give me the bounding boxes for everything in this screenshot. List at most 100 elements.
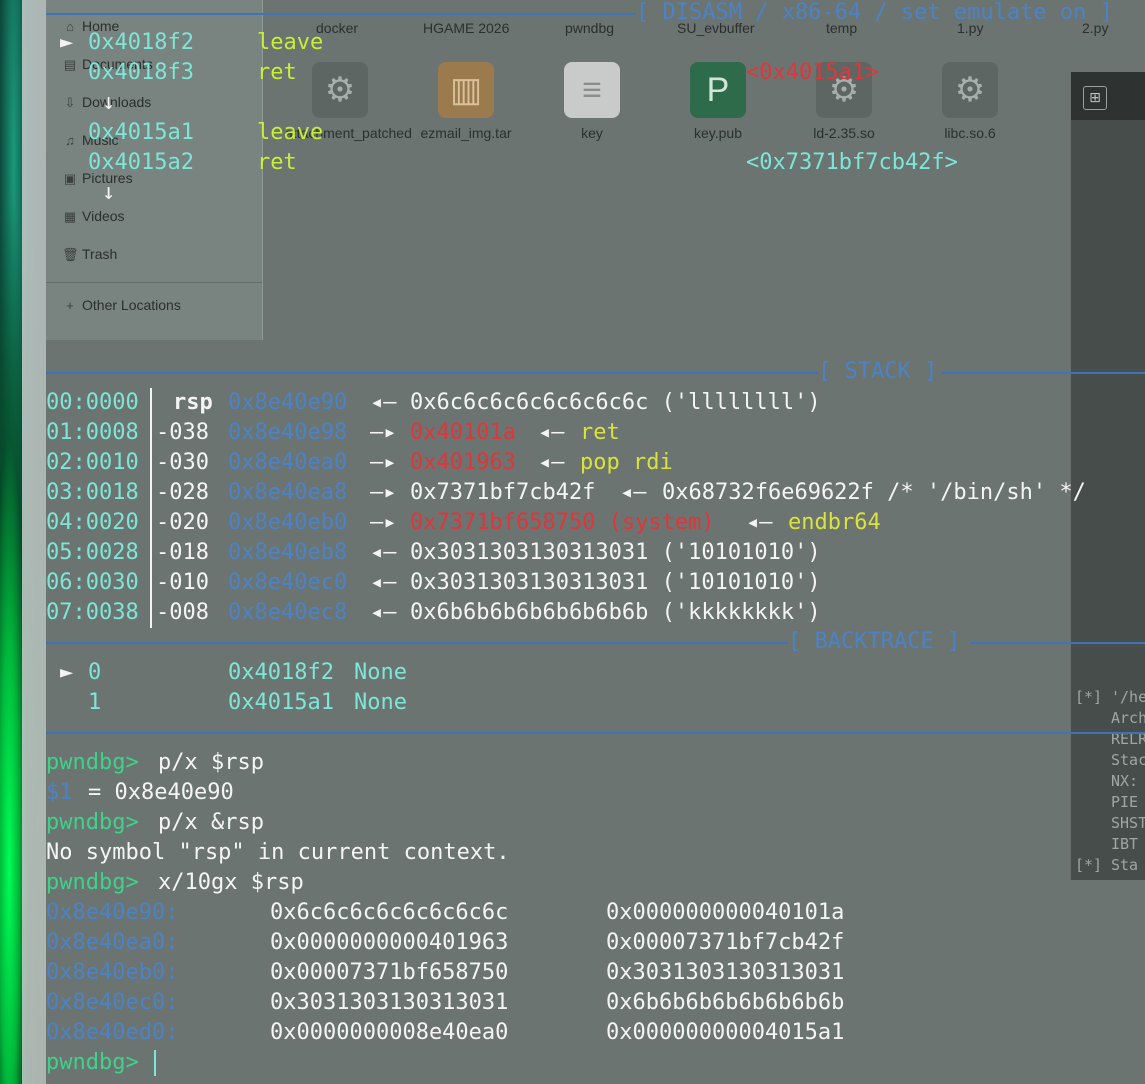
stack-index: 03:0018 [46, 480, 139, 505]
panel-path: '/he [1111, 688, 1145, 706]
stack-arrow: ◂— [538, 420, 565, 445]
mem-value: 0x00007371bf658750 [270, 960, 509, 985]
stack-addr: 0x8e40eb8 [228, 540, 348, 565]
panel-line: IBT [1111, 835, 1139, 853]
stack-value: 0x3031303130313031 ('10101010') [410, 540, 821, 565]
backtrace-rule [970, 642, 1145, 644]
stack-arrow: ◂— [620, 480, 647, 505]
file-item[interactable]: ⚙ libc.so.6 [915, 62, 1025, 142]
sidebar-item-videos[interactable]: ▦ Videos [64, 208, 125, 224]
mem-addr: 0x8e40ec0: [46, 990, 179, 1015]
disasm-target: <0x4015a1> [746, 60, 879, 85]
file-label: ld-2.35.so [813, 125, 875, 141]
console-prompt: pwndbg> [46, 810, 139, 835]
stack-deref: 0x68732f6e69622f /* '/bin/sh' */ [662, 480, 1086, 505]
stack-header: [ STACK ] [818, 359, 938, 384]
panel-toolbar: ⊞ [1071, 72, 1145, 120]
stack-index: 06:0030 [46, 570, 139, 595]
plus-icon: + [66, 298, 74, 313]
file-label: key.pub [694, 125, 742, 141]
stack-value: 0x40101a [410, 420, 516, 445]
console-prompt: pwndbg> [46, 870, 139, 895]
stack-index: 05:0028 [46, 540, 139, 565]
stack-reg: -010 [156, 570, 209, 595]
panel-tag: [*] [1075, 688, 1103, 706]
music-icon: ♫ [65, 133, 75, 148]
panel-line: Arch [1111, 709, 1145, 727]
terminal-window[interactable]: ⌂ Home ▤ Documents ⇩ Downloads ♫ Music ▣ Pict… [46, 0, 1145, 1084]
stack-value: 0x7371bf7cb42f [410, 480, 596, 505]
download-icon: ⇩ [64, 95, 76, 110]
backtrace-num: 0 [88, 660, 102, 685]
stack-arrow: —▸ [370, 510, 397, 535]
backtrace-addr: 0x4015a1 [228, 690, 334, 715]
stack-reg: -018 [156, 540, 209, 565]
console-command: p/x &rsp [158, 810, 264, 835]
console-input[interactable] [154, 1048, 156, 1078]
archive-icon: ▥ [438, 62, 494, 118]
down-arrow-icon: ↓ [102, 90, 116, 115]
stack-index: 01:0008 [46, 420, 139, 445]
console-prompt: pwndbg> [46, 1050, 139, 1075]
console-prompt: pwndbg> [46, 750, 139, 775]
disasm-addr: 0x4015a1 [88, 120, 194, 145]
disasm-addr: 0x4015a2 [88, 150, 194, 175]
mem-addr: 0x8e40e90: [46, 900, 179, 925]
stack-reg: -008 [156, 600, 209, 625]
sidebar-item-label: Videos [82, 208, 125, 224]
stack-addr: 0x8e40e90 [228, 390, 348, 415]
disasm-op: ret [257, 150, 297, 175]
file-manager-ghost: ⌂ Home ▤ Documents ⇩ Downloads ♫ Music ▣ Pict… [46, 0, 1145, 340]
mem-value: 0x6b6b6b6b6b6b6b6b [606, 990, 845, 1015]
sidebar-item-trash[interactable]: 🗑 Trash [62, 246, 117, 262]
file-label: ezmail_img.tar [420, 125, 512, 141]
panel-line: Sta [1111, 856, 1139, 874]
video-icon: ▦ [63, 209, 77, 224]
trash-icon: 🗑 [62, 247, 79, 262]
mem-value: 0x00000000004015a1 [606, 1020, 845, 1045]
sidebar-item-label: Downloads [82, 94, 152, 110]
file-label: key [581, 125, 603, 141]
stack-arrow: ◂— [370, 390, 397, 415]
stack-value: 0x6c6c6c6c6c6c6c6c ('llllllll') [410, 390, 821, 415]
stack-addr: 0x8e40ec8 [228, 600, 348, 625]
console-command: x/10gx $rsp [158, 870, 304, 895]
console-error: No symbol "rsp" in current context. [46, 840, 510, 865]
down-arrow-icon: ↓ [102, 180, 116, 205]
stack-reg: -020 [156, 510, 209, 535]
file-item[interactable]: ▥ ezmail_img.tar [411, 62, 521, 142]
stack-index: 02:0010 [46, 450, 139, 475]
stack-instr: pop rdi [580, 450, 673, 475]
disasm-target: <0x7371bf7cb42f> [746, 150, 958, 175]
disasm-addr: 0x4018f2 [88, 30, 194, 55]
stack-value: 0x401963 [410, 450, 516, 475]
sidebar-item-other-locations[interactable]: + Other Locations [66, 297, 181, 313]
stack-instr: ret [580, 420, 620, 445]
stack-rule [46, 372, 818, 374]
disasm-rule [46, 13, 636, 15]
stack-addr: 0x8e40ea0 [228, 450, 348, 475]
new-tab-icon[interactable]: ⊞ [1083, 86, 1107, 110]
console-result-var: $1 [46, 780, 73, 805]
file-item[interactable]: ≡ key [537, 62, 647, 142]
panel-line: SHST [1111, 814, 1145, 832]
stack-arrow: —▸ [370, 420, 397, 445]
backtrace-symbol: None [354, 690, 407, 715]
folder-hgame[interactable]: HGAME 2026 [423, 20, 509, 36]
stack-value: 0x6b6b6b6b6b6b6b6b ('kkkkkkkk') [410, 600, 821, 625]
disasm-op: leave [257, 120, 324, 145]
stack-instr: endbr64 [788, 510, 881, 535]
mem-value: 0x6c6c6c6c6c6c6c6c [270, 900, 509, 925]
stack-index: 07:0038 [46, 600, 139, 625]
stack-divider [150, 388, 152, 628]
backtrace-symbol: None [354, 660, 407, 685]
folder-pwndbg[interactable]: pwndbg [565, 20, 614, 36]
stack-rule [942, 372, 1145, 374]
stack-addr: 0x8e40eb0 [228, 510, 348, 535]
stack-addr: 0x8e40e98 [228, 420, 348, 445]
console-command: p/x $rsp [158, 750, 264, 775]
backtrace-addr: 0x4018f2 [228, 660, 334, 685]
panel-tag: [*] [1075, 856, 1103, 874]
text-cursor [154, 1050, 156, 1076]
stack-arrow: —▸ [370, 480, 397, 505]
